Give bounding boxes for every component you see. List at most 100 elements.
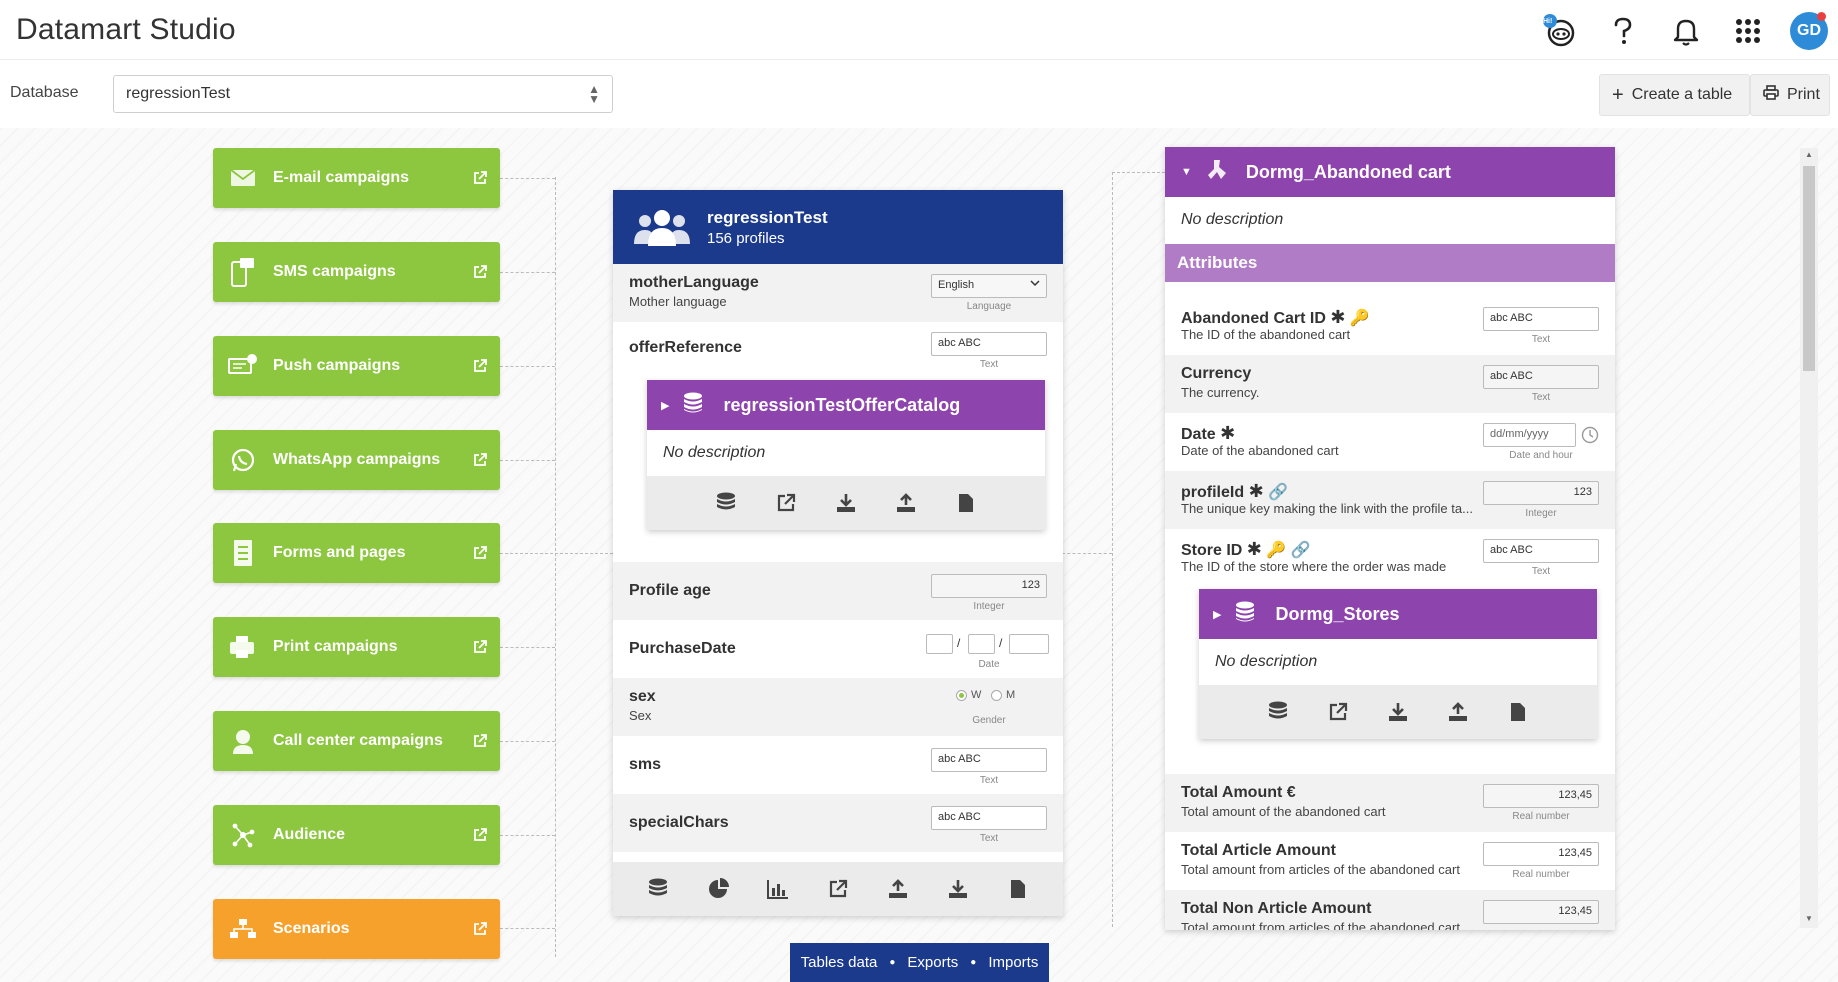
field-name: Total Non Article Amount (1181, 900, 1372, 917)
language-select[interactable]: English (931, 274, 1047, 298)
field-name: sex (629, 688, 656, 705)
profile-age-input[interactable]: 123 (931, 574, 1047, 598)
total-article-input[interactable]: 123,45 (1483, 842, 1599, 866)
required-icon: ✱ (1220, 423, 1236, 443)
profile-id-input[interactable]: 123 (1483, 481, 1599, 505)
field-row: sex Sex W M Gender (613, 678, 1063, 736)
external-link-icon[interactable] (460, 358, 500, 374)
upload-icon[interactable] (876, 493, 936, 513)
field-name: specialChars (629, 814, 729, 831)
connector-line (1112, 172, 1113, 927)
external-link-icon[interactable] (460, 545, 500, 561)
external-link-icon[interactable] (460, 639, 500, 655)
whatsapp-campaigns-button[interactable]: WhatsApp campaigns (213, 430, 500, 490)
assistant-icon[interactable]: Hi! (1540, 12, 1578, 50)
caret-right-icon: ▶ (1213, 608, 1222, 621)
database-icon[interactable] (696, 492, 756, 514)
radio-m[interactable] (991, 690, 1002, 701)
connector-line (1062, 553, 1112, 554)
scroll-up-icon[interactable]: ▲ (1805, 150, 1813, 159)
database-label: Database (10, 84, 79, 101)
main-table-actions (613, 862, 1063, 916)
tab-imports[interactable]: Imports (988, 954, 1038, 971)
help-icon[interactable] (1604, 12, 1642, 50)
pie-chart-icon[interactable] (688, 878, 748, 900)
currency-unit: € (1286, 784, 1296, 801)
currency-input[interactable]: abc ABC (1483, 365, 1599, 389)
download-icon[interactable] (928, 879, 988, 899)
avatar[interactable]: GD (1790, 12, 1828, 50)
file-icon[interactable] (936, 493, 996, 513)
clock-icon[interactable] (1581, 426, 1599, 449)
download-icon[interactable] (816, 493, 876, 513)
radio-w[interactable] (956, 690, 967, 701)
total-non-article-input[interactable]: 123,45 (1483, 900, 1599, 924)
file-icon[interactable] (988, 879, 1048, 899)
upload-icon[interactable] (868, 879, 928, 899)
total-amount-input[interactable]: 123,45 (1483, 784, 1599, 808)
campaign-label: Push campaigns (273, 357, 401, 374)
special-chars-input[interactable]: abc ABC (931, 806, 1047, 830)
date-month-input[interactable] (968, 634, 995, 654)
file-icon[interactable] (1488, 702, 1548, 722)
store-id-input[interactable]: abc ABC (1483, 539, 1599, 563)
call-center-button[interactable]: Call center campaigns (213, 711, 500, 771)
campaign-label: E-mail campaigns (273, 169, 410, 186)
scroll-down-icon[interactable]: ▼ (1805, 914, 1813, 923)
cart-table-header[interactable]: ▼ Dormg_Abandoned cart (1165, 147, 1615, 197)
audience-button[interactable]: Audience (213, 805, 500, 865)
offer-catalog-name: regressionTestOfferCatalog (723, 394, 961, 415)
email-campaigns-button[interactable]: E-mail campaigns (213, 148, 500, 208)
print-campaigns-button[interactable]: Print campaigns (213, 617, 500, 677)
date-input[interactable]: dd/mm/yyyy (1483, 423, 1576, 447)
field-row: Store ID ✱ 🔑 🔗 The ID of the store where… (1165, 529, 1615, 769)
offer-reference-input[interactable]: abc ABC (931, 332, 1047, 356)
scroll-thumb[interactable] (1803, 166, 1815, 371)
tab-tables-data[interactable]: Tables data (801, 954, 878, 971)
external-link-icon[interactable] (756, 493, 816, 513)
external-link-icon[interactable] (460, 170, 500, 186)
cart-id-input[interactable]: abc ABC (1483, 307, 1599, 331)
sms-input[interactable]: abc ABC (931, 748, 1047, 772)
scenarios-button[interactable]: Scenarios (213, 899, 500, 959)
field-name: Currency (1181, 365, 1252, 382)
external-link-icon[interactable] (808, 879, 868, 899)
stores-desc: No description (1215, 653, 1318, 670)
forms-pages-button[interactable]: Forms and pages (213, 523, 500, 583)
field-type: Real number (1512, 811, 1570, 822)
sms-campaigns-button[interactable]: SMS campaigns (213, 242, 500, 302)
offer-catalog-header[interactable]: ▶ regressionTestOfferCatalog (647, 380, 1045, 430)
external-link-icon[interactable] (460, 452, 500, 468)
download-icon[interactable] (1368, 702, 1428, 722)
external-link-icon[interactable] (1308, 702, 1368, 722)
field-name: Store ID ✱ 🔑 🔗 (1181, 539, 1311, 559)
database-select[interactable]: regressionTest ▲ ▼ (113, 75, 613, 113)
print-button[interactable]: Print (1750, 74, 1830, 116)
external-link-icon[interactable] (460, 733, 500, 749)
push-campaigns-button[interactable]: Push campaigns (213, 336, 500, 396)
external-link-icon[interactable] (460, 264, 500, 280)
database-icon[interactable] (628, 878, 688, 900)
database-icon[interactable] (1248, 701, 1308, 723)
connector-line (500, 928, 555, 929)
top-bar: Datamart Studio Hi! GD (0, 0, 1838, 60)
link-icon: 🔗 (1290, 542, 1311, 559)
apps-grid-icon[interactable] (1729, 12, 1767, 50)
main-table-header[interactable]: regressionTest 156 profiles (613, 190, 1063, 264)
field-type: Gender (972, 715, 1006, 726)
audience-icon (213, 805, 273, 865)
external-link-icon[interactable] (460, 827, 500, 843)
field-name: motherLanguage (629, 274, 759, 291)
stores-card: ▶ Dormg_Stores No description (1199, 589, 1597, 739)
tab-exports[interactable]: Exports (907, 954, 958, 971)
upload-icon[interactable] (1428, 702, 1488, 722)
scrollbar[interactable]: ▲ ▼ (1800, 148, 1818, 928)
create-table-button[interactable]: + Create a table (1599, 74, 1750, 116)
date-year-input[interactable] (1009, 634, 1049, 654)
field-desc: The ID of the abandoned cart (1181, 327, 1351, 342)
date-day-input[interactable] (926, 634, 953, 654)
stores-header[interactable]: ▶ Dormg_Stores (1199, 589, 1597, 639)
bell-icon[interactable] (1667, 12, 1705, 50)
external-link-icon[interactable] (460, 921, 500, 937)
bar-chart-icon[interactable] (748, 879, 808, 899)
